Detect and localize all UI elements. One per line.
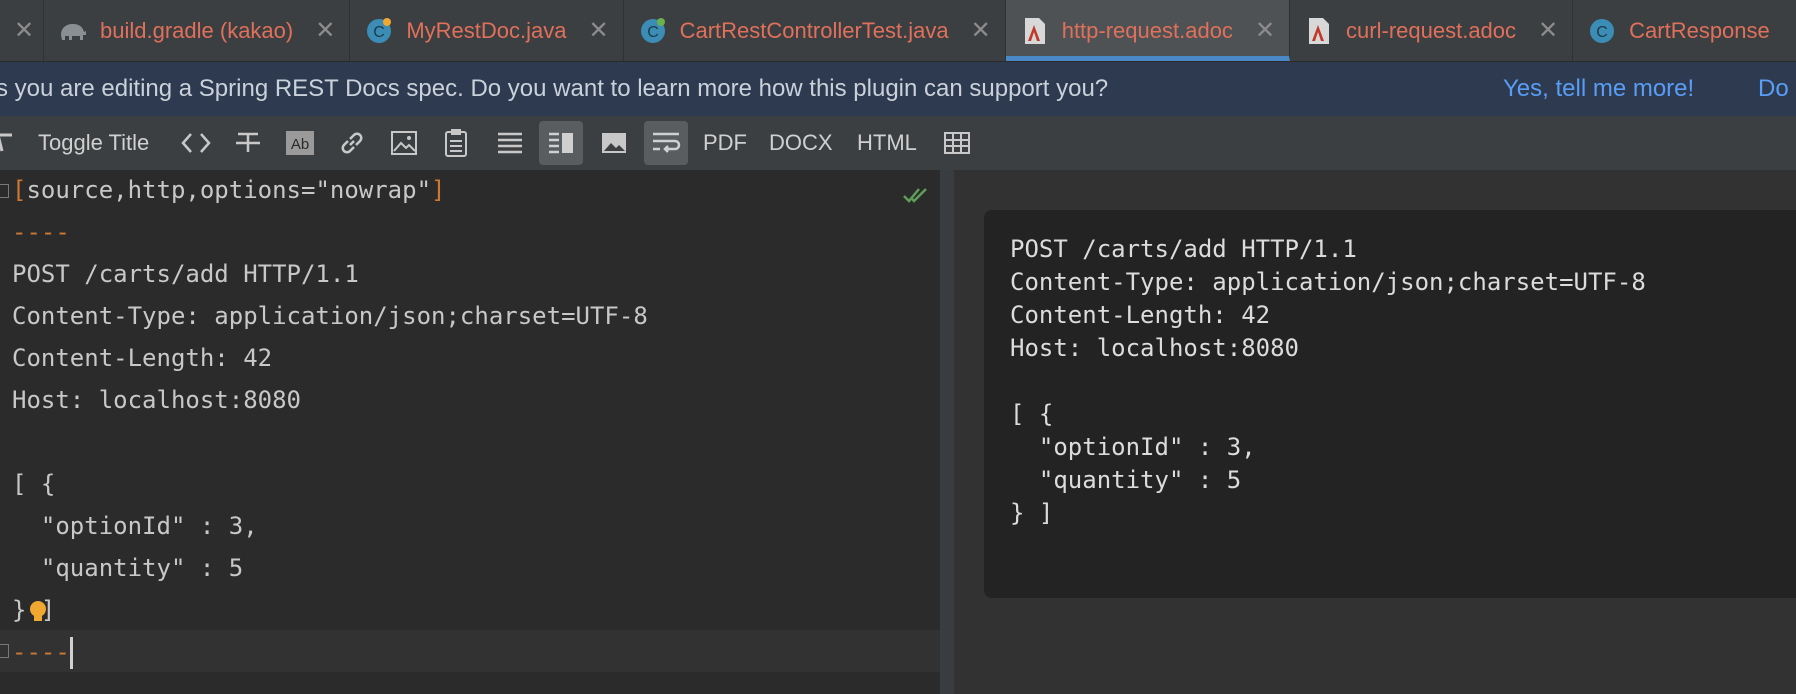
close-icon[interactable]: ✕ [315, 16, 335, 45]
current-line-highlight [0, 630, 940, 672]
tab-label: CartRestControllerTest.java [679, 17, 949, 43]
block-attributes: source,http,options="nowrap" [26, 176, 432, 204]
fold-marker-icon[interactable] [0, 644, 9, 658]
plugin-notification-bar: s you are editing a Spring REST Docs spe… [0, 62, 1796, 116]
export-pdf-button[interactable]: PDF [703, 121, 747, 165]
export-docx-button[interactable]: DOCX [769, 121, 833, 165]
tab-myrestdoc[interactable]: C MyRestDoc.java ✕ [350, 0, 624, 61]
tab-build-gradle[interactable]: build.gradle (kakao) ✕ [44, 0, 351, 61]
soft-wrap-icon[interactable] [644, 121, 688, 165]
editor-line-2: ---- [12, 218, 70, 246]
tab-curl-request-adoc[interactable]: curl-request.adoc ✕ [1290, 0, 1574, 61]
svg-text:Ab: Ab [291, 136, 309, 153]
strikethrough-icon[interactable] [230, 121, 266, 165]
editor-line-8: [ { [12, 470, 56, 498]
image-icon[interactable] [386, 121, 422, 165]
svg-text:C: C [1596, 24, 1608, 41]
clipboard-icon[interactable] [438, 121, 474, 165]
toggle-title-button[interactable]: Toggle Title [38, 121, 149, 165]
dont-ask-link[interactable]: Do [1758, 75, 1789, 103]
lightbulb-icon[interactable] [28, 600, 48, 622]
svg-text:C: C [647, 24, 659, 41]
editor-line-10: "quantity" : 5 [12, 554, 244, 582]
java-class-icon: C [638, 16, 668, 46]
close-icon[interactable]: ✕ [14, 16, 34, 45]
fold-marker-icon[interactable] [0, 184, 9, 198]
editor-line-4: Content-Type: application/json;charset=U… [12, 302, 648, 330]
asciidoc-toolbar: Toggle Title Ab PDF DOCX HTML [0, 116, 1796, 170]
tab-cart-response[interactable]: C CartResponse [1573, 0, 1784, 61]
tab-label: MyRestDoc.java [406, 17, 567, 43]
tab-previous-partial[interactable]: ✕ [0, 0, 44, 61]
editor-only-icon[interactable] [492, 121, 528, 165]
tab-label: build.gradle (kakao) [100, 17, 294, 43]
tab-label: CartResponse [1629, 17, 1770, 43]
editor-line-9: "optionId" : 3, [12, 512, 258, 540]
notification-message: s you are editing a Spring REST Docs spe… [0, 75, 1109, 102]
editor-line-1: [source,http,options="nowrap"] [12, 170, 445, 210]
gradle-elephant-icon [58, 16, 88, 46]
close-icon[interactable]: ✕ [971, 16, 991, 45]
editor-line-5: Content-Length: 42 [12, 344, 273, 372]
block-attr-close: ] [431, 176, 446, 204]
close-icon[interactable]: ✕ [1255, 16, 1275, 45]
italic-icon[interactable] [0, 121, 14, 165]
editor-line-3: POST /carts/add HTTP/1.1 [12, 260, 359, 288]
inspection-ok-icon[interactable] [902, 184, 928, 212]
tab-label: curl-request.adoc [1346, 17, 1517, 43]
preview-line-9: } ] [1010, 499, 1054, 527]
splitter-handle[interactable] [940, 170, 954, 694]
rendered-listing-block: POST /carts/add HTTP/1.1 Content-Type: a… [984, 210, 1796, 598]
asciidoc-file-icon [1304, 16, 1334, 46]
asciidoc-preview-pane: POST /carts/add HTTP/1.1 Content-Type: a… [954, 170, 1796, 694]
code-icon[interactable] [178, 121, 214, 165]
close-icon[interactable]: ✕ [589, 16, 609, 45]
block-attr-open: [ [12, 176, 27, 204]
java-class-icon: C [364, 16, 394, 46]
highlight-text-icon[interactable]: Ab [282, 121, 318, 165]
editor-tab-bar: ✕ build.gradle (kakao) ✕ C MyRestDoc.jav… [0, 0, 1796, 62]
asciidoc-file-icon [1020, 16, 1050, 46]
editor-line-12: ---- [12, 632, 73, 672]
export-html-button[interactable]: HTML [857, 121, 917, 165]
yes-tell-me-more-link[interactable]: Yes, tell me more! [1503, 75, 1694, 103]
preview-line-4: Host: localhost:8080 [1010, 334, 1299, 362]
asciidoc-editor[interactable]: [source,http,options="nowrap"] ---- POST… [0, 170, 940, 694]
editor-line-6: Host: localhost:8080 [12, 386, 301, 414]
split-view-icon[interactable] [539, 121, 583, 165]
text-caret [69, 637, 73, 669]
table-icon[interactable] [941, 121, 973, 165]
svg-text:C: C [374, 24, 386, 41]
tab-cart-rest-controller-test[interactable]: C CartRestControllerTest.java ✕ [624, 0, 1006, 61]
tab-label: http-request.adoc [1061, 17, 1233, 43]
link-icon[interactable] [334, 121, 370, 165]
java-class-icon: C [1587, 16, 1617, 46]
preview-only-icon[interactable] [596, 121, 632, 165]
block-delimiter: ---- [12, 638, 70, 666]
tab-http-request-adoc[interactable]: http-request.adoc ✕ [1005, 0, 1291, 61]
close-icon[interactable]: ✕ [1538, 16, 1558, 45]
